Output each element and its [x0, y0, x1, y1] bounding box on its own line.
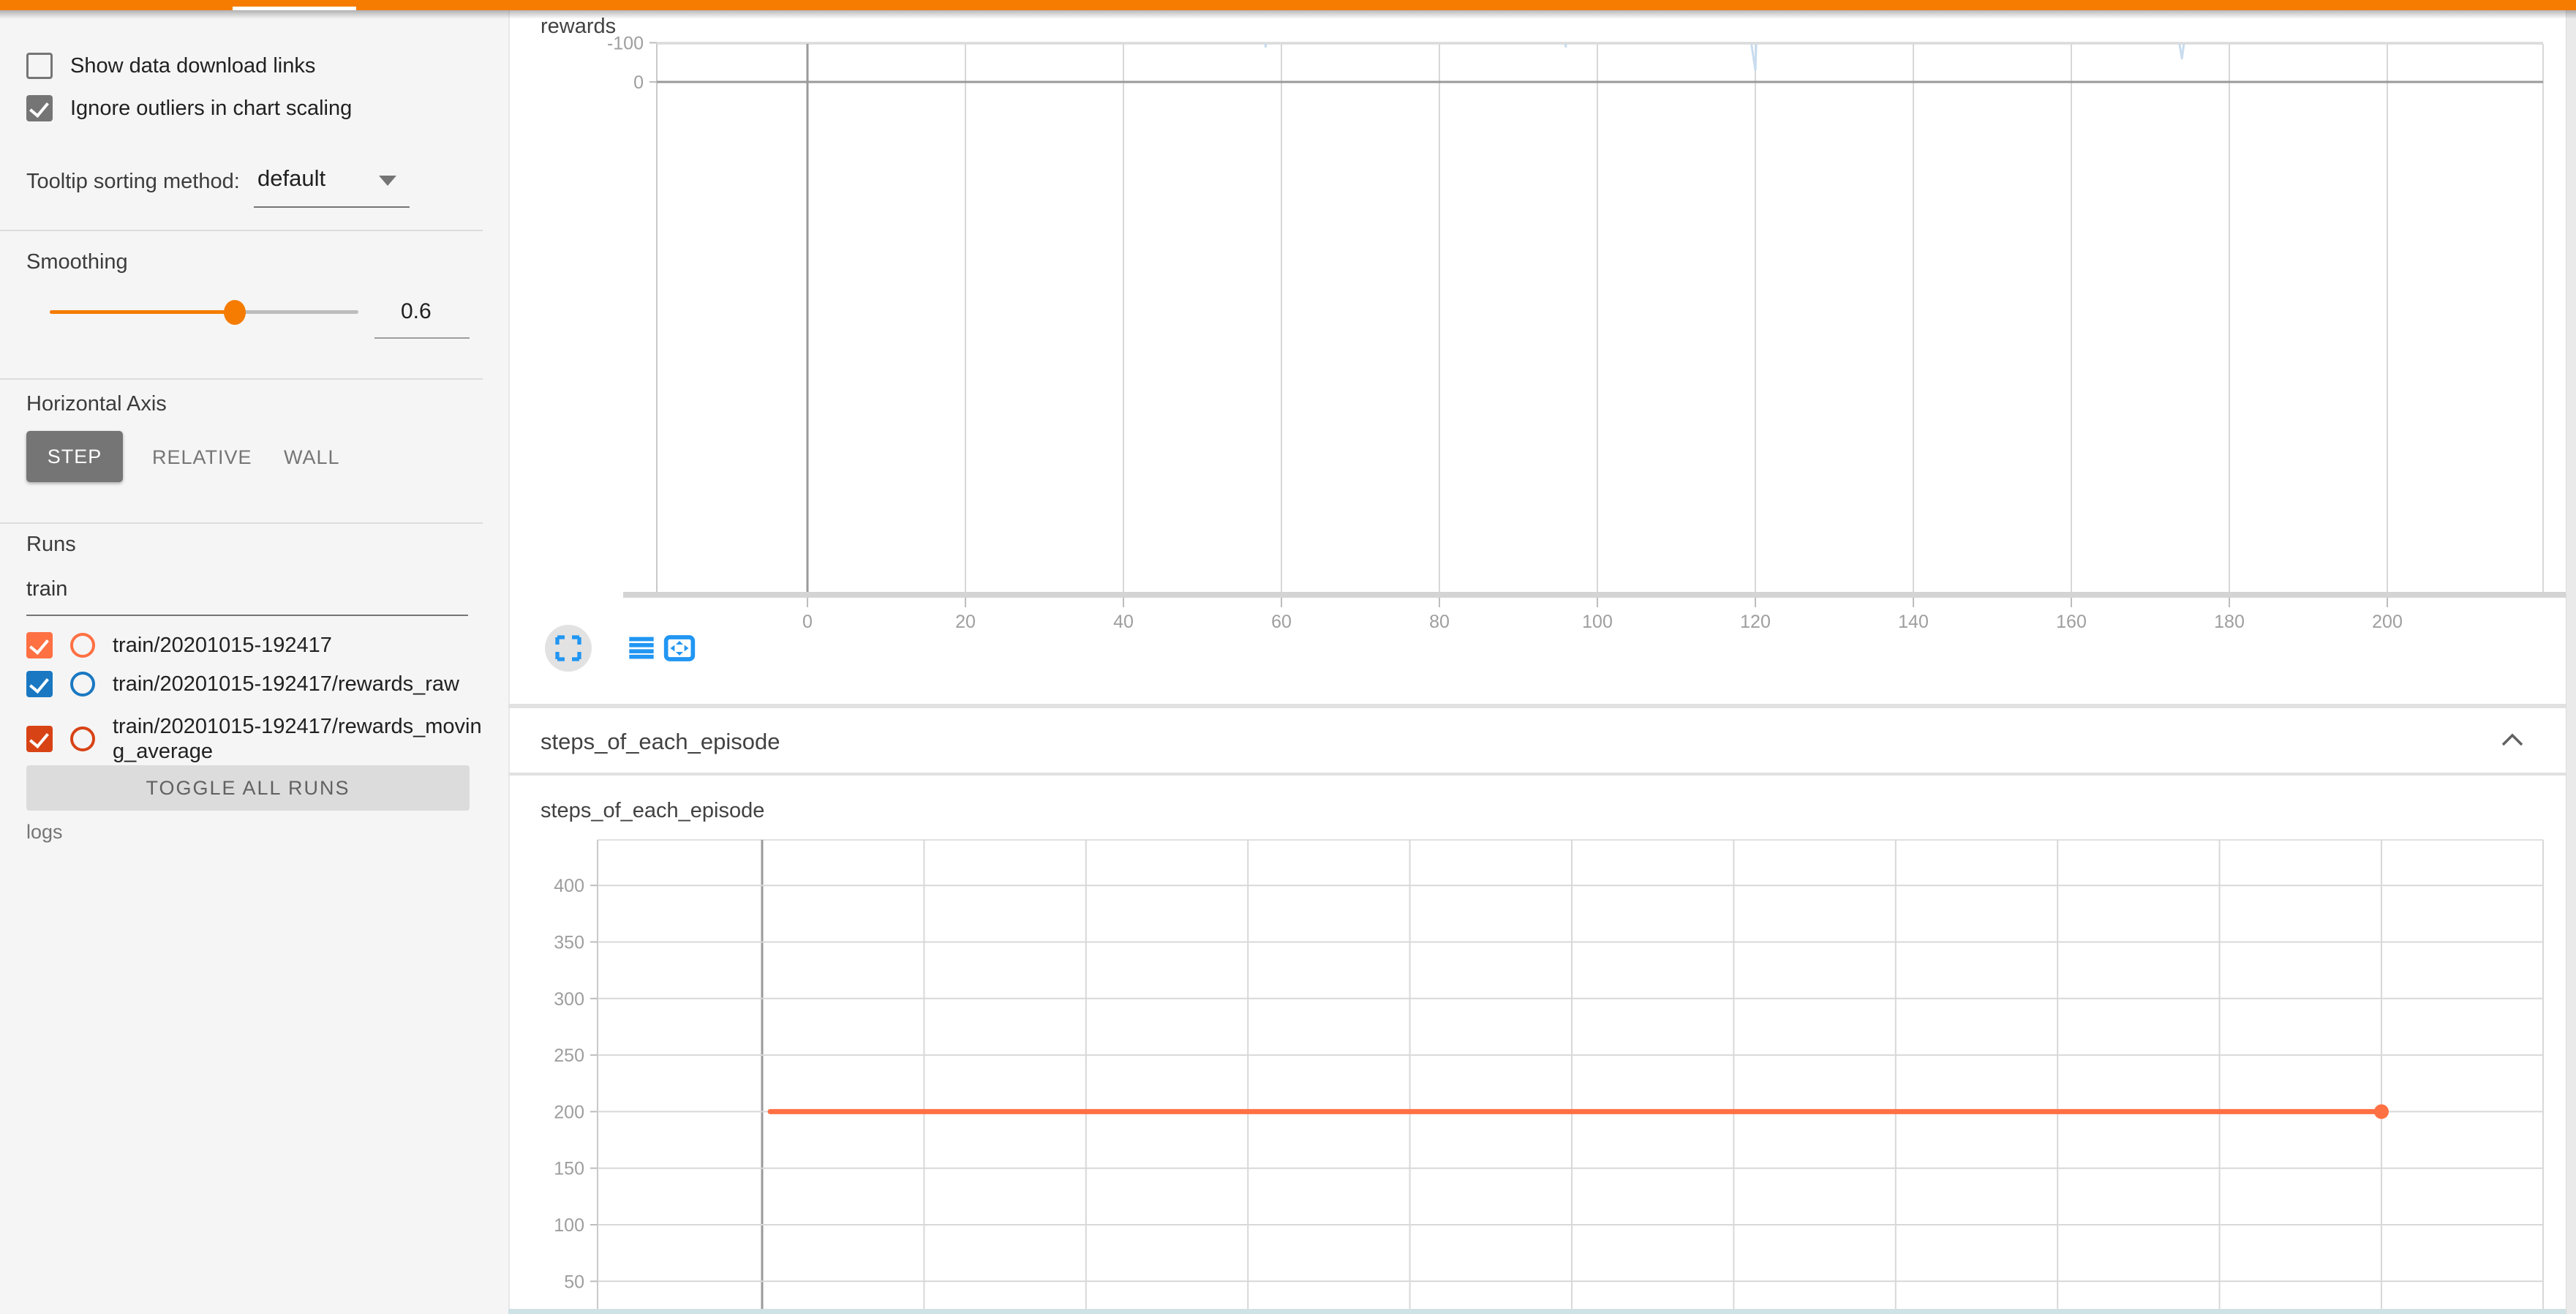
run-row[interactable]: train/20201015-192417 — [26, 632, 486, 658]
axis-wall-button[interactable]: WALL — [284, 446, 340, 469]
rewards-chart[interactable]: 0-100-200-300-400-500-600-700-800-900-1e… — [510, 10, 2567, 704]
section-title: steps_of_each_episode — [541, 729, 780, 755]
steps-chart[interactable]: 400 350 300 250 200 150 100 50 — [510, 776, 2567, 1314]
tooltip-sorting-select[interactable]: default — [257, 165, 325, 192]
ignore-outliers-checkbox[interactable] — [26, 95, 53, 121]
rewards-card: rewards 0-100-200-300-400-500-600-700-80… — [508, 10, 2567, 704]
horizontal-axis-label: Horizontal Axis — [26, 392, 167, 416]
svg-text:50: 50 — [564, 1272, 584, 1292]
fit-domain-icon[interactable] — [656, 625, 703, 672]
svg-text:100: 100 — [1582, 612, 1613, 632]
tensorboard-app: Show data download links Ignore outliers… — [0, 0, 2576, 1314]
svg-text:0: 0 — [802, 612, 813, 632]
svg-text:0: 0 — [633, 72, 644, 93]
divider — [0, 522, 483, 524]
run-label: train/20201015-192417 — [113, 633, 486, 658]
horizontal-scrollbar[interactable] — [508, 1309, 2566, 1314]
svg-text:180: 180 — [2214, 612, 2245, 632]
svg-text:400: 400 — [554, 876, 584, 896]
run-checkbox[interactable] — [26, 632, 53, 658]
svg-text:160: 160 — [2056, 612, 2087, 632]
run-row[interactable]: train/20201015-192417/rewards_moving_ave… — [26, 714, 486, 764]
svg-text:150: 150 — [554, 1159, 584, 1179]
settings-sidebar: Show data download links Ignore outliers… — [0, 10, 508, 1314]
chart-toolbar — [541, 625, 760, 683]
tooltip-sorting-label: Tooltip sorting method: — [26, 170, 240, 194]
expand-chart-icon[interactable] — [545, 625, 592, 672]
steps-card: steps_of_each_episode 400 350 300 250 200 150… — [508, 776, 2567, 1314]
run-radio-icon[interactable] — [70, 633, 95, 658]
ignore-outliers-row[interactable]: Ignore outliers in chart scaling — [26, 95, 352, 121]
svg-text:-200: -200 — [607, 10, 644, 15]
runs-label: Runs — [26, 533, 76, 557]
run-label: train/20201015-192417/rewards_moving_ave… — [113, 714, 486, 764]
run-radio-icon[interactable] — [70, 727, 95, 751]
svg-text:300: 300 — [554, 989, 584, 1010]
tooltip-sorting-underline — [254, 206, 410, 208]
svg-text:350: 350 — [554, 933, 584, 953]
svg-text:60: 60 — [1271, 612, 1292, 632]
smoothing-value-underline — [374, 337, 470, 339]
svg-text:20: 20 — [955, 612, 976, 632]
smoothing-value-input[interactable]: 0.6 — [401, 299, 432, 324]
axis-step-button[interactable]: STEP — [26, 431, 123, 482]
top-app-bar — [0, 0, 2576, 10]
smoothing-slider-thumb[interactable] — [224, 300, 246, 325]
rewards-chart-title: rewards — [541, 15, 616, 39]
svg-text:200: 200 — [554, 1102, 584, 1122]
main-content: rewards 0-100-200-300-400-500-600-700-80… — [508, 10, 2566, 1314]
smoothing-slider-fill — [50, 310, 235, 314]
steps-section-header[interactable]: steps_of_each_episode — [508, 708, 2567, 773]
runs-filter-underline — [26, 615, 468, 616]
chevron-down-icon[interactable] — [379, 176, 396, 186]
chevron-up-icon[interactable] — [2500, 732, 2525, 748]
svg-text:80: 80 — [1429, 612, 1450, 632]
toggle-all-runs-button[interactable]: TOGGLE ALL RUNS — [26, 765, 470, 811]
svg-text:100: 100 — [554, 1215, 584, 1236]
vertical-scrollbar[interactable] — [2566, 10, 2576, 1314]
run-radio-icon[interactable] — [70, 672, 95, 697]
show-download-links-row[interactable]: Show data download links — [26, 53, 315, 79]
svg-text:40: 40 — [1113, 612, 1134, 632]
runs-filter-input[interactable]: train — [26, 577, 67, 601]
ignore-outliers-label: Ignore outliers in chart scaling — [70, 97, 352, 121]
svg-text:200: 200 — [2372, 612, 2403, 632]
run-checkbox[interactable] — [26, 726, 53, 752]
run-checkbox[interactable] — [26, 671, 53, 697]
logdir-label: logs — [26, 821, 63, 844]
show-download-links-checkbox[interactable] — [26, 53, 53, 79]
divider — [0, 378, 483, 380]
smoothing-label: Smoothing — [26, 250, 128, 274]
axis-relative-button[interactable]: RELATIVE — [152, 446, 252, 469]
show-download-links-label: Show data download links — [70, 54, 315, 78]
svg-text:250: 250 — [554, 1045, 584, 1066]
divider — [0, 230, 483, 231]
svg-text:140: 140 — [1898, 612, 1929, 632]
run-row[interactable]: train/20201015-192417/rewards_raw — [26, 671, 486, 697]
svg-text:120: 120 — [1740, 612, 1771, 632]
steps-chart-title: steps_of_each_episode — [541, 799, 764, 823]
run-label: train/20201015-192417/rewards_raw — [113, 672, 486, 697]
